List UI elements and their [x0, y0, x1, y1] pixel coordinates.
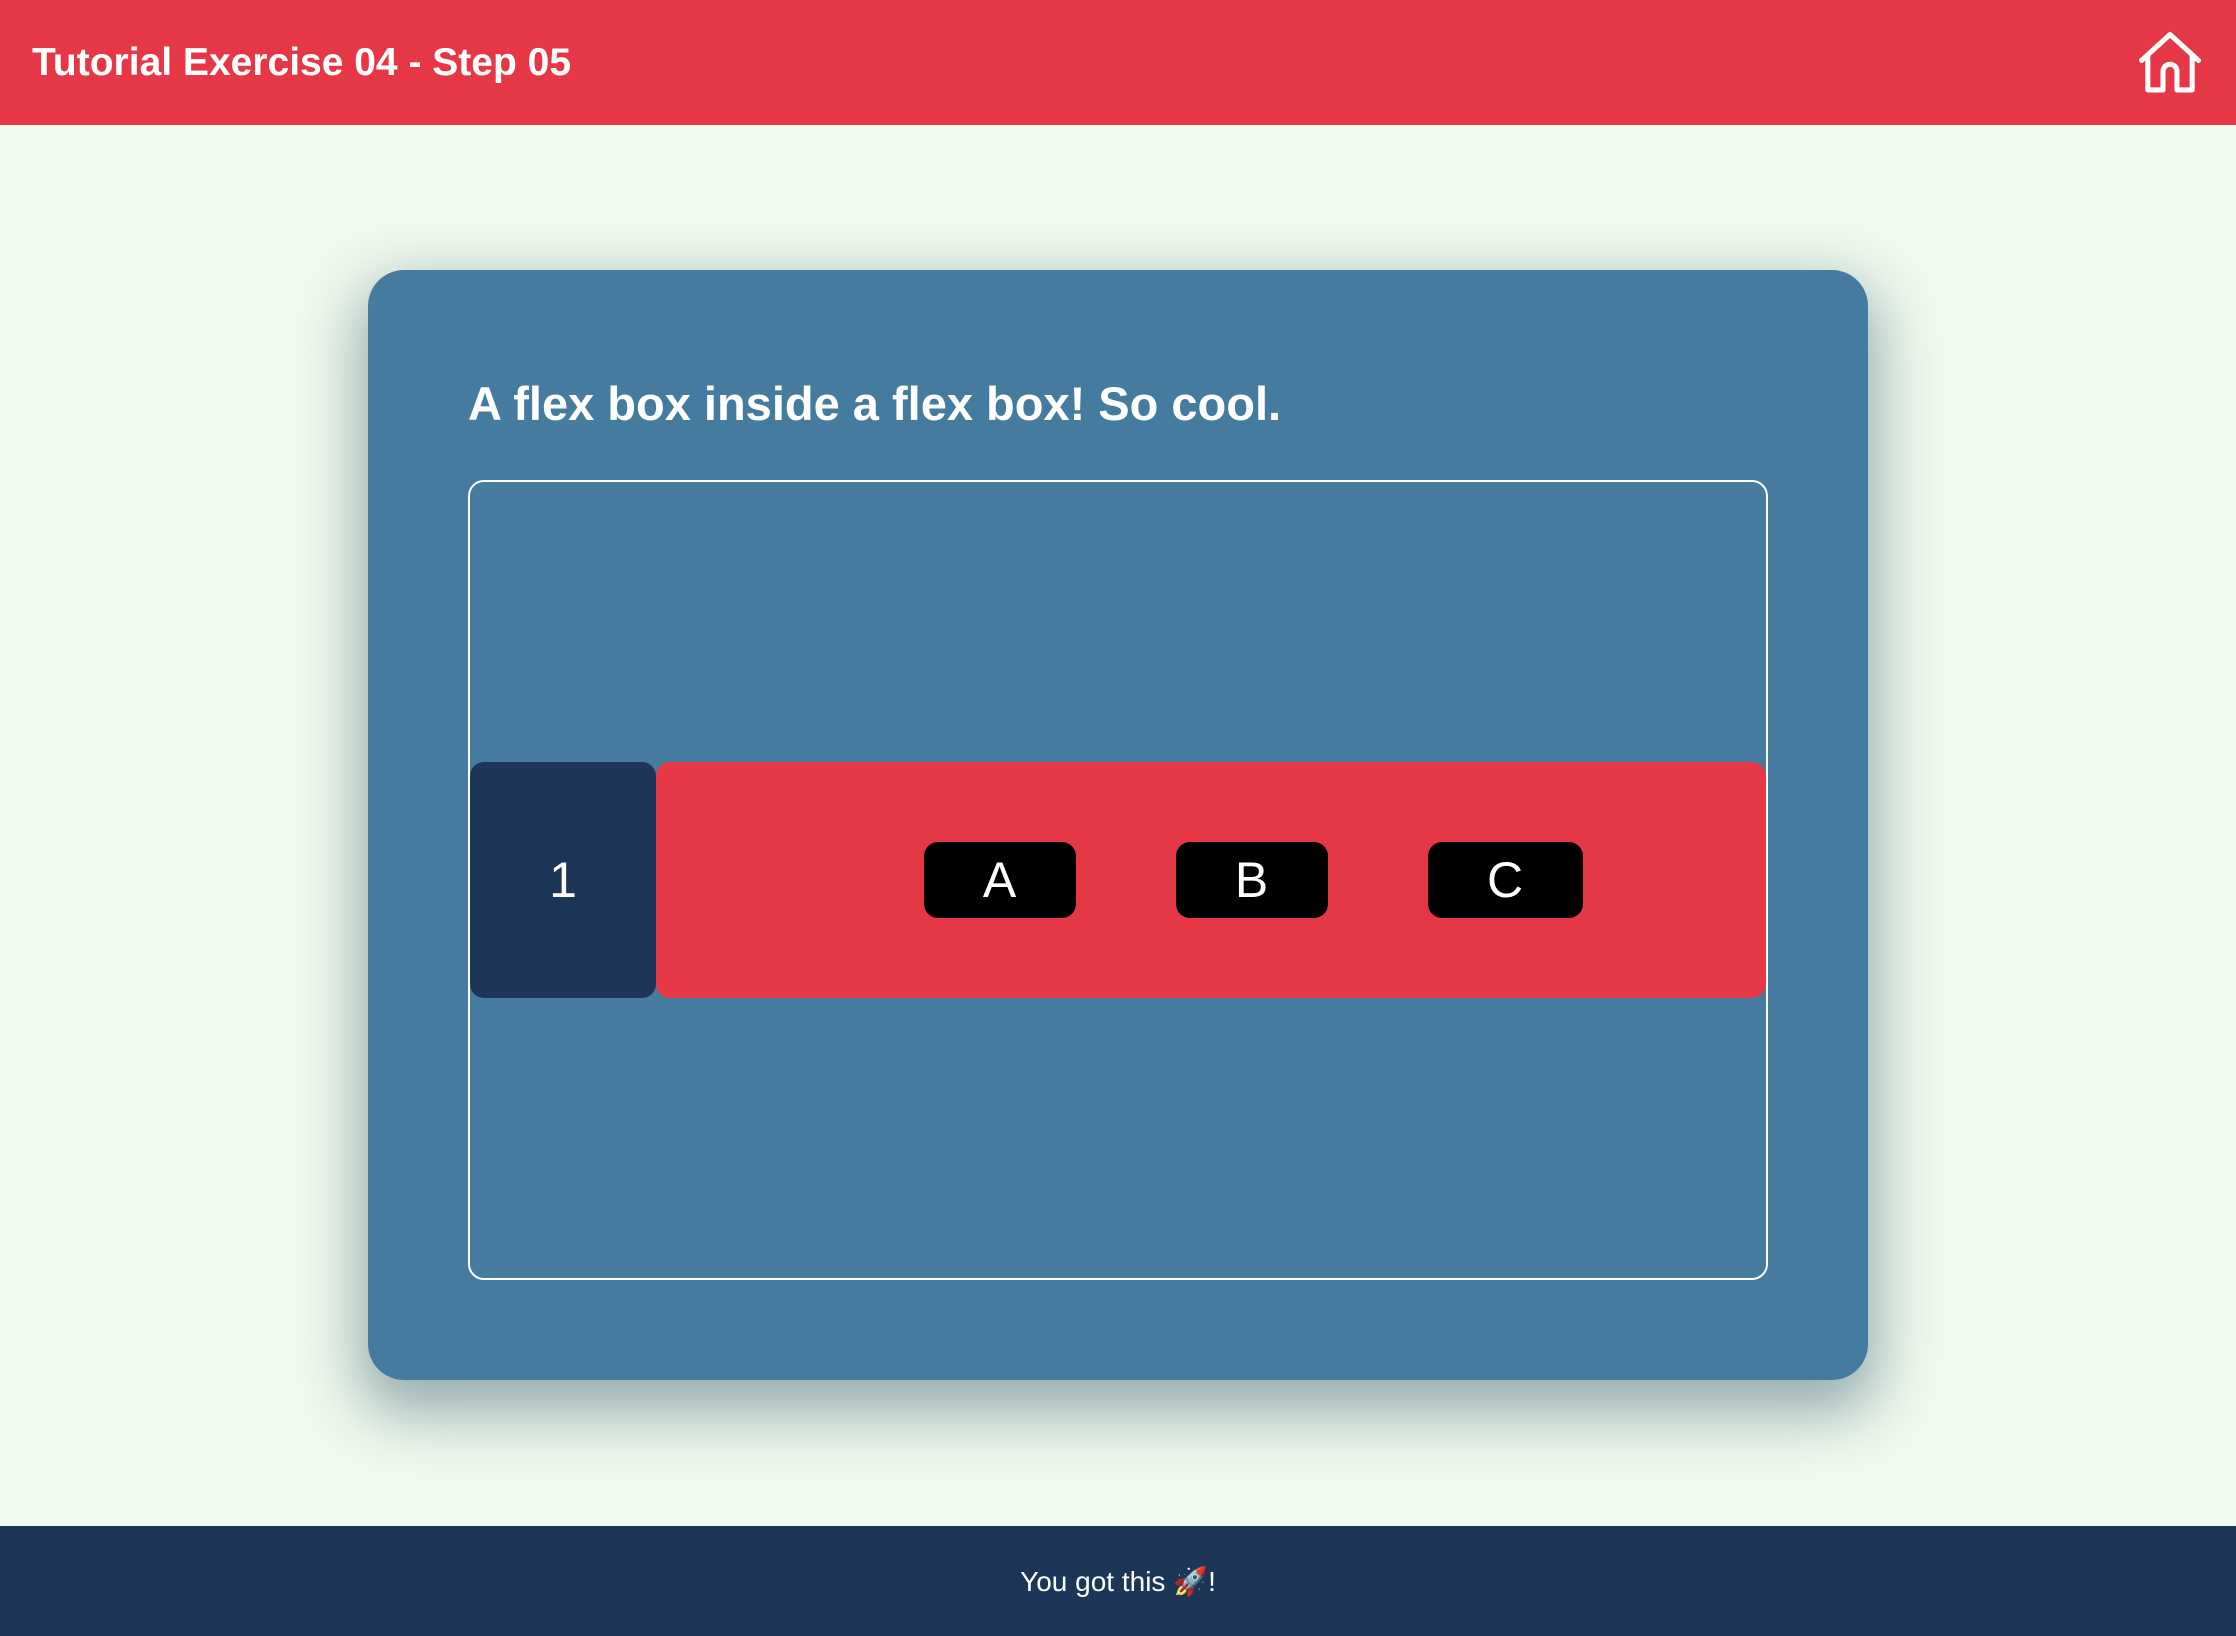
- exercise-card: A flex box inside a flex box! So cool. 1…: [368, 270, 1868, 1380]
- inner-flex-container: A B C: [656, 762, 1766, 998]
- inner-flex-item-a: A: [923, 842, 1076, 918]
- home-icon: [2132, 25, 2208, 101]
- home-button[interactable]: [2130, 23, 2210, 103]
- inner-flex-item-b: B: [1175, 842, 1328, 918]
- outer-flex-container: 1 A B C: [468, 480, 1768, 1280]
- app-footer: You got this 🚀!: [0, 1526, 2236, 1636]
- page-title: Tutorial Exercise 04 - Step 05: [32, 40, 572, 84]
- app-header: Tutorial Exercise 04 - Step 05: [0, 0, 2236, 125]
- footer-message: You got this 🚀!: [1020, 1565, 1216, 1597]
- card-heading: A flex box inside a flex box! So cool.: [468, 377, 1282, 430]
- flex-item-1: 1: [470, 762, 656, 998]
- inner-flex-item-c: C: [1427, 842, 1583, 918]
